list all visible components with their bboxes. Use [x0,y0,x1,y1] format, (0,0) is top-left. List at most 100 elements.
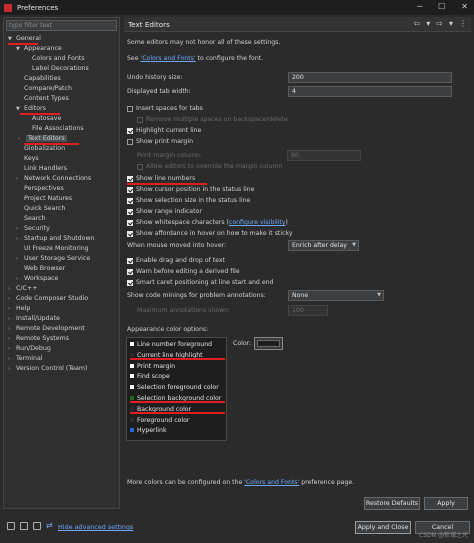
colors-fonts-link[interactable]: 'Colors and Fonts' [141,55,196,62]
expand-arrow-icon[interactable]: › [8,304,16,314]
checkbox[interactable] [127,106,133,112]
checkbox[interactable] [127,209,133,215]
color-option-item[interactable]: Foreground color [130,416,189,426]
expand-arrow-icon[interactable]: › [16,274,24,284]
color-option-item[interactable]: Find scope [130,372,170,382]
tree-item[interactable]: Quick Search [16,204,65,214]
tree-item[interactable]: › Version Control (Team) [8,364,87,374]
color-option-item[interactable]: Hyperlink [130,426,167,436]
export-icon[interactable] [33,522,41,530]
forward-arrow-icon[interactable]: ⇨ [436,19,443,28]
tree-item[interactable]: Capabilities [16,74,61,84]
help-icon[interactable] [7,522,15,530]
expand-arrow-icon[interactable]: › [8,334,16,344]
appearance-color-list[interactable]: Line number foreground Current line highl… [126,337,227,441]
checkbox[interactable] [127,128,133,134]
tree-item[interactable]: › C/C++ [8,284,37,294]
tree-item-label: Version Control (Team) [16,365,88,372]
allow-override-label: Allow editors to override the margin col… [146,163,283,170]
expand-arrow-icon[interactable]: › [8,324,16,334]
expand-arrow-icon[interactable]: › [16,224,24,234]
tree-item[interactable]: › Network Connections [16,174,91,184]
tree-item[interactable]: Project Natures [16,194,72,204]
tree-item[interactable]: › Startup and Shutdown [16,234,95,244]
tree-item[interactable]: Search [16,214,46,224]
checkbox[interactable] [127,220,133,226]
checkbox[interactable] [127,280,133,286]
expand-arrow-icon[interactable]: › [8,284,16,294]
expand-arrow-icon[interactable]: › [8,344,16,354]
tree-item[interactable]: File Associations [24,124,84,134]
color-picker-button[interactable] [254,337,283,350]
expand-arrow-icon[interactable]: › [16,254,24,264]
checkbox [137,164,143,170]
expand-arrow-icon[interactable]: › [8,354,16,364]
view-menu-icon[interactable]: ⋮ [459,19,467,28]
drag-drop-label: Enable drag and drop of text [136,257,225,264]
color-option-item[interactable]: Line number foreground [130,340,212,350]
color-option-item[interactable]: Print margin [130,362,175,372]
tree-item[interactable]: › Security [16,224,50,234]
tree-item-label: Perspectives [24,185,64,192]
checkbox[interactable] [127,198,133,204]
expand-arrow-icon[interactable]: ▼ [16,44,24,54]
tree-item[interactable]: › Terminal [8,354,43,364]
tree-item[interactable]: Perspectives [16,184,64,194]
checkbox[interactable] [127,258,133,264]
minimize-icon[interactable]: ─ [417,2,422,11]
back-arrow-icon[interactable]: ⇦ [414,19,421,28]
checkbox[interactable] [127,176,133,182]
tree-item[interactable]: Autosave [24,114,61,124]
maximize-icon[interactable]: ☐ [438,2,445,11]
back-menu-icon[interactable]: ▾ [426,19,430,28]
hide-advanced-link[interactable]: Hide advanced settings [58,523,133,531]
appearance-label: Appearance color options: [127,326,209,333]
tree-item[interactable]: Content Types [16,94,69,104]
tree-item[interactable]: Keys [16,154,39,164]
tree-item[interactable]: Compare/Patch [16,84,72,94]
checkbox[interactable] [127,187,133,193]
tree-item[interactable]: Colors and Fonts [24,54,85,64]
filter-input[interactable]: type filter text [6,20,117,31]
checkbox[interactable] [127,231,133,237]
expand-arrow-icon[interactable]: › [8,364,16,374]
tree-item[interactable]: › Install/Update [8,314,60,324]
checkbox[interactable] [127,269,133,275]
color-option-label: Selection foreground color [137,384,219,392]
forward-menu-icon[interactable]: ▾ [449,19,453,28]
tree-item[interactable]: › User Storage Service [16,254,90,264]
tab-width-input[interactable]: 4 [288,86,452,97]
tree-item[interactable]: Web Browser [16,264,65,274]
more-colors-fonts-link[interactable]: 'Colors and Fonts' [244,479,299,486]
expand-arrow-icon[interactable]: › [16,174,24,184]
apply-button[interactable]: Apply [424,497,468,510]
color-option-item[interactable]: Selection foreground color [130,383,219,393]
close-icon[interactable]: ✕ [461,2,468,11]
import-icon[interactable] [20,522,28,530]
checkbox[interactable] [127,139,133,145]
tree-item[interactable]: Link Handlers [16,164,67,174]
restore-defaults-button[interactable]: Restore Defaults [364,497,420,510]
undo-history-input[interactable]: 200 [288,72,452,83]
expand-arrow-icon[interactable]: › [8,314,16,324]
advanced-icon: ⇄ [46,521,53,530]
tree-item[interactable]: ▼ Appearance [16,44,62,54]
tree-item[interactable]: › Help [8,304,30,314]
tree-item-label: Text Editors [26,135,67,142]
tree-item[interactable]: › Run/Debug [8,344,51,354]
tree-item[interactable]: › Workspace [16,274,58,284]
minings-combo[interactable]: None ▼ [288,290,384,301]
apply-and-close-button[interactable]: Apply and Close [355,521,411,534]
tree-item[interactable]: Globalization [16,144,65,154]
expand-arrow-icon[interactable]: › [16,234,24,244]
tree-item[interactable]: › Remote Systems [8,334,69,344]
hover-combo[interactable]: Enrich after delay ▼ [288,240,359,251]
tree-item[interactable]: › Code Composer Studio [8,294,88,304]
tree-item-label: Remote Systems [16,335,70,342]
tree-item[interactable]: UI Freeze Monitoring [16,244,89,254]
tree-item-label: Help [16,305,31,312]
configure-visibility-link[interactable]: configure visibility [229,219,286,226]
tree-item[interactable]: Label Decorations [24,64,89,74]
tree-item[interactable]: › Remote Development [8,324,85,334]
expand-arrow-icon[interactable]: › [8,294,16,304]
